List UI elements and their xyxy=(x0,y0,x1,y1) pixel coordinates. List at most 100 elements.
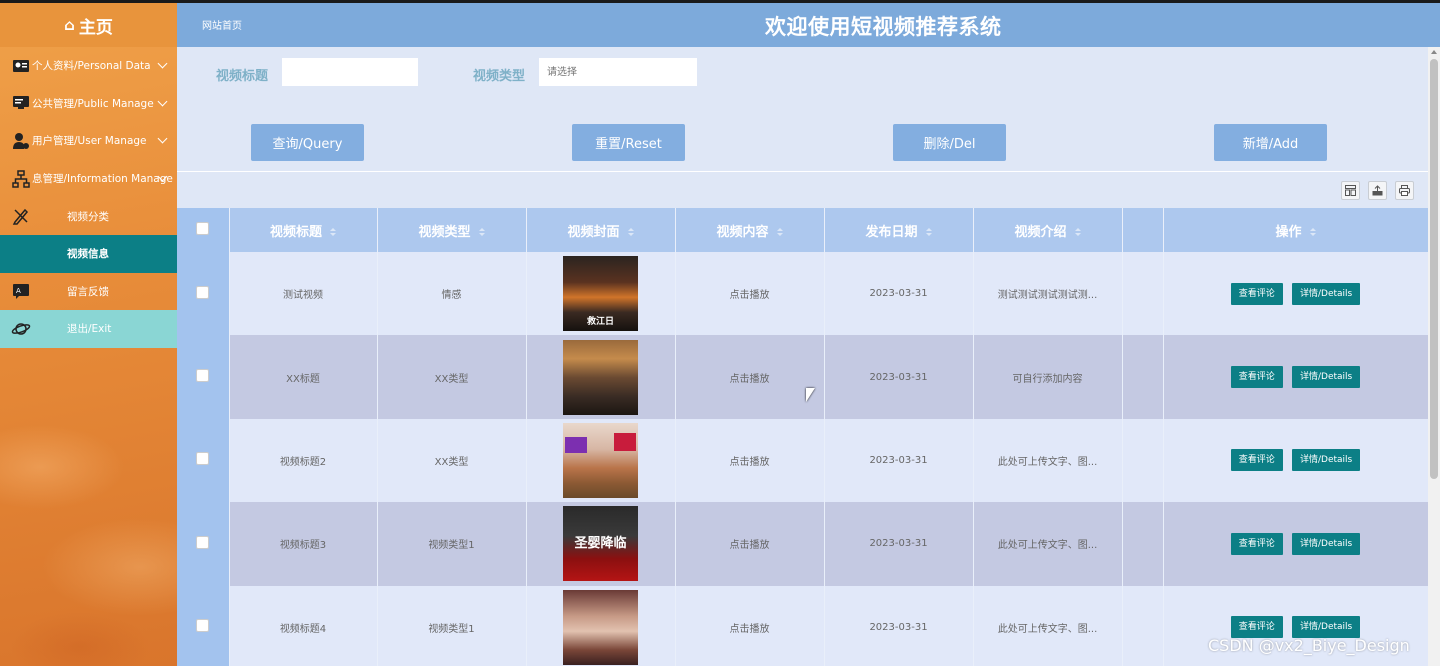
row-checkbox[interactable] xyxy=(196,369,210,383)
details-button[interactable]: 详情/Details xyxy=(1291,366,1361,389)
sort-icon xyxy=(1074,228,1081,236)
table-row: 视频标题2 XX类型 点击播放 2023-03-31 此处可上传文字、图... … xyxy=(177,418,1428,503)
cell-intro: 此处可上传文字、图... xyxy=(973,502,1123,586)
cell-content[interactable]: 点击播放 xyxy=(675,335,825,419)
cell-content[interactable]: 点击播放 xyxy=(675,502,825,586)
view-comments-button[interactable]: 查看评论 xyxy=(1230,532,1283,555)
export-icon[interactable] xyxy=(1368,181,1387,200)
cell-content[interactable]: 点击播放 xyxy=(675,418,825,503)
sidebar-item-information-manage[interactable]: 息管理/Information Manage xyxy=(0,160,177,198)
sidebar: ⌂ 主页 个人资料/Personal Data 公共管理/Public Mana… xyxy=(0,0,177,666)
cell-content[interactable]: 点击播放 xyxy=(675,585,825,666)
page-title: 欢迎使用短视频推荐系统 xyxy=(765,15,1002,39)
column-header[interactable]: 视频内容 xyxy=(675,208,825,252)
column-header[interactable]: 操作 xyxy=(1163,208,1428,252)
svg-text:A: A xyxy=(16,287,21,295)
view-comments-button[interactable]: 查看评论 xyxy=(1230,616,1283,639)
cell-type: XX类型 xyxy=(377,418,527,503)
sidebar-item-label: 留言反馈 xyxy=(67,285,109,298)
sidebar-item-feedback[interactable]: A 留言反馈 xyxy=(0,273,177,311)
search-panel: 视频标题 视频类型 查询/Query 重置/Reset 删除/Del 新增/Ad… xyxy=(177,47,1428,171)
video-cover-image[interactable] xyxy=(563,589,638,665)
cell-intro: 可自行添加内容 xyxy=(973,335,1123,419)
sidebar-item-personal-data[interactable]: 个人资料/Personal Data xyxy=(0,47,177,85)
cell-type: 视频类型1 xyxy=(377,585,527,666)
row-checkbox[interactable] xyxy=(196,285,210,299)
cell-content[interactable]: 点击播放 xyxy=(675,252,825,336)
table-header: 视频标题 视频类型 视频封面 视频内容 发布日期 视频介绍 操作 xyxy=(177,208,1428,252)
pencil-ruler-icon xyxy=(10,207,32,225)
home-icon: ⌂ xyxy=(64,16,75,34)
view-comments-button[interactable]: 查看评论 xyxy=(1230,366,1283,389)
columns-icon[interactable] xyxy=(1341,181,1360,200)
cell-date: 2023-03-31 xyxy=(824,335,974,419)
cell-title: 视频标题2 xyxy=(229,418,378,503)
sort-icon xyxy=(925,228,932,236)
table-row: 视频标题3 视频类型1 圣婴降临 点击播放 2023-03-31 此处可上传文字… xyxy=(177,502,1428,586)
sidebar-item-video-category[interactable]: 视频分类 xyxy=(0,197,177,235)
sidebar-item-label: 视频分类 xyxy=(67,210,109,223)
breadcrumb[interactable]: 网站首页 xyxy=(202,17,242,32)
sidebar-item-exit[interactable]: 退出/Exit xyxy=(0,310,177,348)
column-header[interactable]: 视频封面 xyxy=(526,208,676,252)
column-header[interactable]: 视频介绍 xyxy=(973,208,1123,252)
scroll-up-icon[interactable] xyxy=(1431,50,1437,54)
print-icon[interactable] xyxy=(1395,181,1414,200)
sort-icon xyxy=(330,228,336,236)
details-button[interactable]: 详情/Details xyxy=(1291,616,1361,639)
org-chart-icon xyxy=(10,169,32,188)
view-comments-button[interactable]: 查看评论 xyxy=(1230,449,1283,472)
cell-intro: 测试测试测试测试测... xyxy=(973,252,1123,336)
video-cover-image[interactable] xyxy=(563,339,638,415)
delete-button[interactable]: 删除/Del xyxy=(893,124,1006,161)
select-all-checkbox[interactable] xyxy=(196,221,210,235)
type-filter-select[interactable] xyxy=(539,58,697,86)
home-link[interactable]: ⌂ 主页 xyxy=(0,3,177,47)
sidebar-item-label: 个人资料/Personal Data xyxy=(32,60,151,73)
user-card-icon xyxy=(10,57,32,75)
column-header[interactable]: 视频标题 xyxy=(229,208,378,252)
details-button[interactable]: 详情/Details xyxy=(1291,449,1361,472)
video-table: 视频标题 视频类型 视频封面 视频内容 发布日期 视频介绍 操作 测试视频 情感… xyxy=(177,208,1428,666)
table-toolbar xyxy=(177,171,1428,208)
watermark: CSDN @vx2_Biye_Design xyxy=(1208,636,1410,655)
query-button[interactable]: 查询/Query xyxy=(251,124,364,161)
cell-date: 2023-03-31 xyxy=(824,252,974,336)
title-filter-label: 视频标题 xyxy=(216,69,269,84)
mouse-cursor-icon xyxy=(806,388,815,402)
type-filter-label: 视频类型 xyxy=(473,69,526,84)
details-button[interactable]: 详情/Details xyxy=(1291,282,1361,305)
title-filter-input[interactable] xyxy=(282,58,418,86)
table-row: 测试视频 情感 救江日 点击播放 2023-03-31 测试测试测试测试测...… xyxy=(177,252,1428,336)
details-button[interactable]: 详情/Details xyxy=(1291,532,1361,555)
sidebar-item-label: 用户管理/User Manage xyxy=(32,135,147,148)
select-all-cell xyxy=(177,208,230,252)
add-button[interactable]: 新增/Add xyxy=(1214,124,1327,161)
column-header[interactable]: 发布日期 xyxy=(824,208,974,252)
cell-date: 2023-03-31 xyxy=(824,502,974,586)
column-header[interactable]: 视频类型 xyxy=(377,208,527,252)
cell-title: 视频标题4 xyxy=(229,585,378,666)
scrollbar-thumb[interactable] xyxy=(1430,59,1438,479)
chevron-down-icon xyxy=(157,133,168,144)
row-checkbox[interactable] xyxy=(196,452,210,466)
sidebar-item-public-manage[interactable]: 公共管理/Public Manage xyxy=(0,85,177,123)
video-cover-image[interactable] xyxy=(563,422,638,498)
vertical-scrollbar[interactable] xyxy=(1428,47,1440,666)
cell-type: 情感 xyxy=(377,252,527,336)
cell-date: 2023-03-31 xyxy=(824,585,974,666)
video-cover-image[interactable]: 圣婴降临 xyxy=(563,506,638,582)
sidebar-item-video-info[interactable]: 视频信息 xyxy=(0,234,177,273)
row-checkbox[interactable] xyxy=(196,619,210,633)
sidebar-item-user-manage[interactable]: 用户管理/User Manage xyxy=(0,122,177,160)
sort-icon xyxy=(776,228,783,236)
table-row: XX标题 XX类型 点击播放 2023-03-31 可自行添加内容 查看评论 详… xyxy=(177,335,1428,419)
brand-label: 主页 xyxy=(78,17,113,38)
view-comments-button[interactable]: 查看评论 xyxy=(1230,282,1283,305)
row-checkbox[interactable] xyxy=(196,535,210,549)
cell-title: 视频标题3 xyxy=(229,502,378,586)
monitor-icon xyxy=(10,94,32,112)
video-cover-image[interactable]: 救江日 xyxy=(563,256,638,332)
reset-button[interactable]: 重置/Reset xyxy=(572,124,685,161)
cell-type: 视频类型1 xyxy=(377,502,527,586)
